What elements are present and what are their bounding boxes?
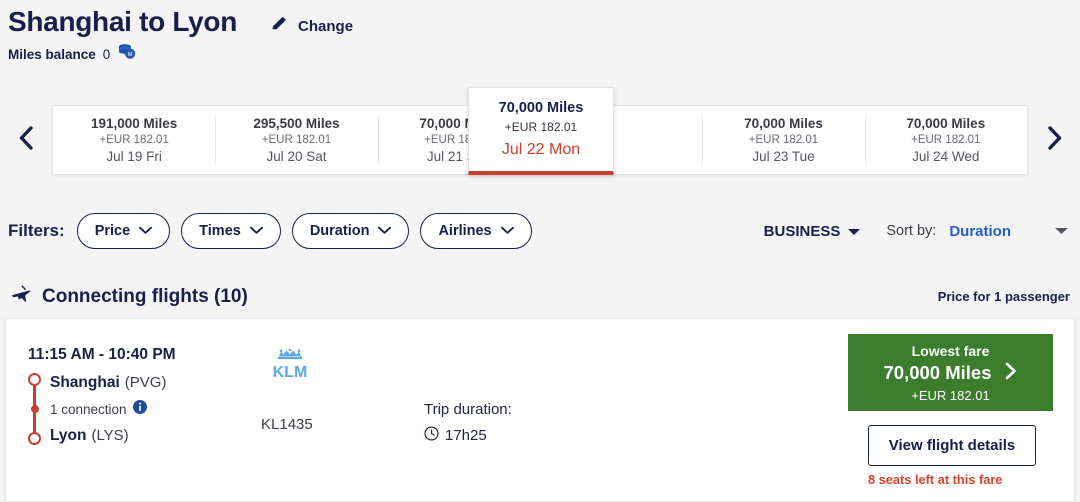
date-option-miles: 70,000 Miles: [744, 116, 823, 131]
filters-label: Filters:: [8, 221, 65, 240]
miles-balance-label: Miles balance: [8, 46, 96, 62]
flight-search-page: Shanghai to Lyon Change Miles balance 0: [0, 0, 1080, 502]
date-option-5[interactable]: 70,000 Miles +EUR 182.01 Jul 24 Wed: [864, 106, 1027, 174]
chevron-down-icon: [378, 223, 392, 239]
date-option-1[interactable]: 295,500 Miles +EUR 182.01 Jul 20 Sat: [215, 106, 377, 174]
origin-city: Shanghai: [50, 373, 120, 391]
connection-dot-icon: [30, 405, 39, 413]
origin-dot-icon: [28, 373, 41, 386]
sort-by-dropdown-caret-icon[interactable]: [1055, 222, 1068, 240]
coin-stack-icon: M: [118, 43, 137, 65]
plane-icon: [10, 283, 32, 310]
filter-times-button[interactable]: Times: [181, 213, 281, 249]
origin-row: Shanghai (PVG): [50, 370, 278, 395]
carousel-prev-button[interactable]: [0, 95, 52, 185]
connection-count: 1 connection: [50, 401, 127, 417]
pencil-icon: [269, 14, 289, 39]
filters-bar: Filters: Price Times Duration Airlines B…: [0, 208, 1080, 254]
flight-times: 11:15 AM - 10:40 PM: [28, 346, 176, 363]
fare-badge-label: Lowest fare: [911, 342, 990, 359]
chevron-right-icon: [1042, 124, 1066, 157]
fare-taxes: +EUR 182.01: [911, 387, 990, 403]
duration-value: 17h25: [445, 427, 487, 444]
change-search-button[interactable]: Change: [269, 14, 353, 39]
date-option-date: Jul 23 Tue: [752, 149, 815, 164]
cabin-class-value: BUSINESS: [763, 222, 841, 240]
carousel-next-button[interactable]: [1028, 95, 1080, 185]
select-fare-button[interactable]: Lowest fare 70,000 Miles +EUR 182.01: [848, 334, 1053, 411]
origin-code: (PVG): [124, 374, 167, 391]
duration-value-row: 17h25: [424, 426, 512, 445]
date-option-date: Jul 20 Sat: [266, 149, 327, 164]
itinerary-column: 11:15 AM - 10:40 PM Shanghai (PVG) 1 con…: [28, 346, 278, 448]
filter-price-button[interactable]: Price: [76, 213, 171, 249]
date-option-price: +EUR 182.01: [99, 134, 169, 146]
svg-text:M: M: [128, 52, 132, 58]
date-option-4[interactable]: 70,000 Miles +EUR 182.01 Jul 23 Tue: [702, 106, 864, 174]
filter-label: Duration: [309, 223, 370, 239]
filter-label: Times: [199, 223, 241, 239]
section-title: Connecting flights (10): [42, 285, 248, 307]
airline-column: KLM KL1435: [261, 348, 381, 433]
filter-label: Airlines: [438, 223, 492, 239]
page-title: Shanghai to Lyon: [8, 6, 238, 38]
date-option-price: +EUR 182.01: [504, 120, 578, 134]
change-label: Change: [298, 18, 354, 35]
page-header: Shanghai to Lyon Change Miles balance 0: [0, 0, 1080, 65]
filter-label: Price: [94, 223, 131, 239]
date-option-selected[interactable]: 70,000 Miles +EUR 182.01 Jul 22 Mon: [468, 87, 614, 175]
klm-logo: KLM: [261, 348, 381, 388]
date-option-price: +EUR 182.01: [261, 134, 332, 146]
cabin-class-selector[interactable]: BUSINESS: [764, 223, 861, 240]
date-option-price: +EUR 182.01: [911, 134, 981, 146]
route-legs: Shanghai (PVG) 1 connection Lyon (LYS): [28, 370, 278, 448]
miles-balance-value: 0: [102, 46, 111, 62]
caret-down-icon: [848, 223, 861, 240]
connection-row[interactable]: 1 connection: [50, 395, 278, 423]
chevron-right-icon: [1004, 361, 1018, 386]
filter-duration-button[interactable]: Duration: [291, 213, 410, 249]
connecting-flights-header: Connecting flights (10) Price for 1 pass…: [0, 283, 1080, 310]
route-header-row: Shanghai to Lyon Change: [8, 6, 1080, 39]
date-option-miles: 295,500 Miles: [253, 116, 340, 131]
date-option-0[interactable]: 191,000 Miles +EUR 182.01 Jul 19 Fri: [53, 106, 215, 174]
info-icon[interactable]: [132, 399, 147, 419]
sort-by-label: Sort by:: [886, 223, 937, 239]
date-carousel: 191,000 Miles +EUR 182.01 Jul 19 Fri 295…: [0, 87, 1080, 185]
destination-row: Lyon (LYS): [50, 423, 278, 448]
date-option-date: Jul 19 Fri: [106, 149, 162, 164]
date-option-price: +EUR 182.01: [748, 134, 819, 146]
seats-left-warning: 8 seats left at this fare: [868, 472, 1003, 487]
fare-miles: 70,000 Miles: [883, 362, 992, 383]
miles-balance-row: Miles balance 0 M: [8, 43, 1080, 65]
passenger-price-note: Price for 1 passenger: [937, 289, 1070, 304]
date-option-date: Jul 22 Mon: [501, 141, 581, 158]
date-option-miles: 70,000 Miles: [498, 100, 584, 116]
duration-column: Trip duration: 17h25: [424, 401, 512, 445]
filter-airlines-button[interactable]: Airlines: [420, 213, 532, 249]
clock-icon: [424, 426, 439, 445]
view-flight-details-button[interactable]: View flight details: [868, 425, 1036, 466]
date-option-miles: 70,000 Miles: [906, 116, 986, 131]
sort-by-value[interactable]: Duration: [949, 223, 1011, 240]
date-option-miles: 191,000 Miles: [91, 116, 178, 131]
date-option-date: Jul 24 Wed: [912, 149, 980, 164]
flight-number: KL1435: [261, 416, 313, 433]
chevron-down-icon: [249, 223, 263, 239]
destination-dot-icon: [28, 432, 41, 445]
duration-label: Trip duration:: [424, 401, 512, 418]
date-carousel-strip: 191,000 Miles +EUR 182.01 Jul 19 Fri 295…: [52, 87, 1028, 175]
chevron-left-icon: [14, 124, 38, 157]
destination-code: (LYS): [91, 427, 129, 444]
destination-city: Lyon: [50, 426, 87, 444]
chevron-down-icon: [500, 223, 514, 239]
chevron-down-icon: [139, 223, 153, 239]
svg-text:KLM: KLM: [273, 364, 308, 381]
fare-miles-row: 70,000 Miles: [884, 361, 1018, 386]
